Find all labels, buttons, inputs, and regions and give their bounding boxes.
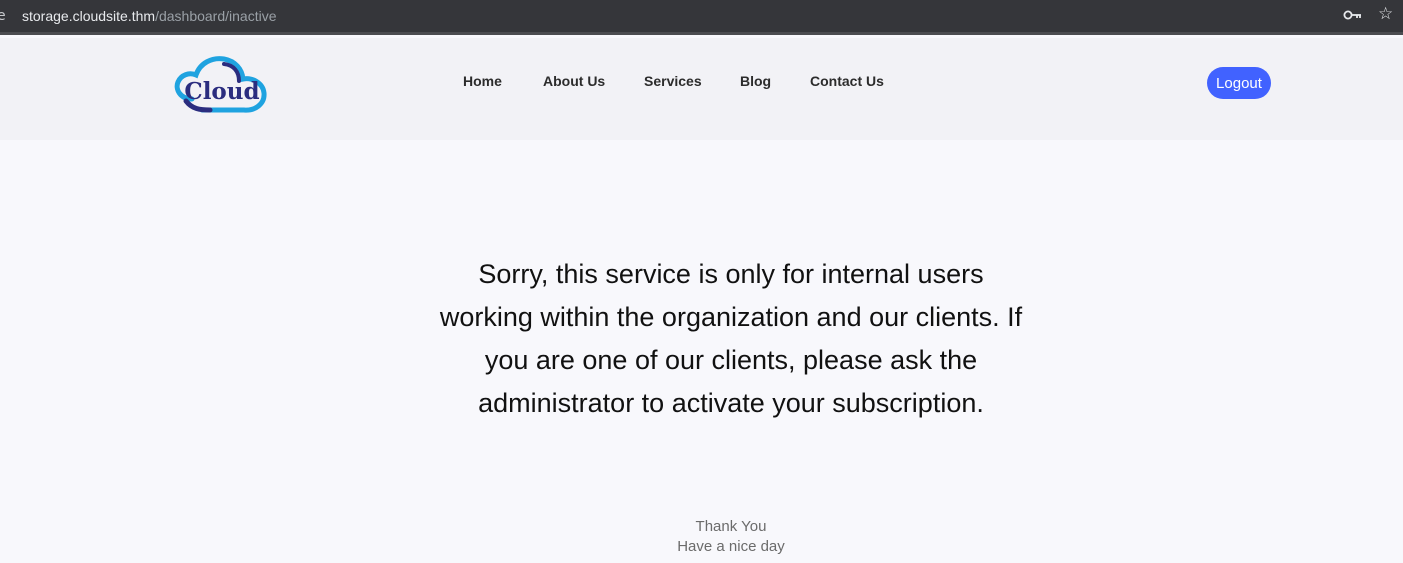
site-header: Cloud Home About Us Services Blog Contac… bbox=[0, 38, 1403, 140]
nice-day-text: Have a nice day bbox=[677, 538, 785, 555]
nav-home[interactable]: Home bbox=[463, 73, 502, 89]
site-info-icon[interactable]: e bbox=[0, 8, 6, 24]
nav-services[interactable]: Services bbox=[644, 73, 702, 89]
key-icon-graphic bbox=[1343, 10, 1361, 20]
url-host: storage.cloudsite.thm bbox=[22, 8, 156, 24]
nav-blog[interactable]: Blog bbox=[740, 73, 771, 89]
nav-contact-us[interactable]: Contact Us bbox=[810, 73, 884, 89]
logo-text: Cloud bbox=[184, 78, 259, 105]
address-bar[interactable]: storage.cloudsite.thm/dashboard/inactive bbox=[22, 8, 277, 24]
thank-you-text: Thank You bbox=[695, 518, 767, 535]
closing-text: Thank You Have a nice day bbox=[581, 517, 881, 557]
cloud-logo[interactable]: Cloud bbox=[170, 49, 272, 113]
browser-toolbar: e storage.cloudsite.thm/dashboard/inacti… bbox=[0, 0, 1403, 35]
nav-about-us[interactable]: About Us bbox=[543, 73, 605, 89]
url-path: /dashboard/inactive bbox=[155, 8, 277, 24]
logout-button[interactable]: Logout bbox=[1207, 67, 1271, 99]
inactive-message: Sorry, this service is only for internal… bbox=[439, 259, 1023, 418]
key-icon[interactable] bbox=[1342, 4, 1364, 28]
star-icon[interactable]: ☆ bbox=[1378, 4, 1398, 28]
